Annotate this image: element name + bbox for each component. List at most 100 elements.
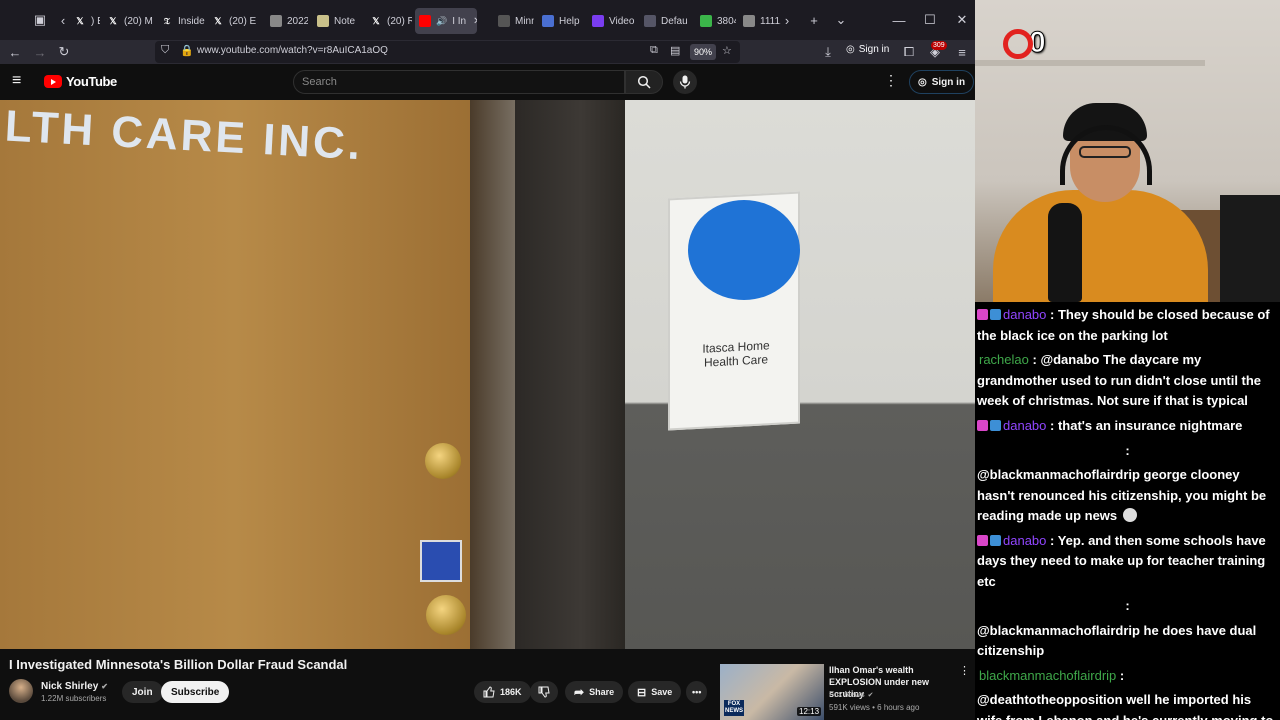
video-door-sticker: [420, 540, 462, 582]
browser-tab[interactable]: 𝕏) E: [70, 8, 100, 34]
save-label: Save: [651, 687, 673, 697]
stream-overlay: 0 danabo : They should be closed because…: [975, 0, 1280, 720]
browser-sign-in-button[interactable]: ◎ Sign in: [846, 44, 889, 55]
window-close-icon[interactable]: ✕: [952, 10, 972, 30]
tab-close-icon[interactable]: ✕: [473, 16, 477, 27]
browser-tab[interactable]: 3804: [696, 8, 736, 34]
chat-username[interactable]: danabo: [1003, 418, 1046, 433]
verified-check-icon: ✔: [867, 691, 874, 699]
skull-emote-icon: [1123, 508, 1138, 523]
browser-tab[interactable]: 𝔗 Inside: [157, 8, 205, 34]
more-actions-button[interactable]: •••: [686, 681, 708, 703]
crown-badge-icon: [990, 420, 1001, 432]
chat-username[interactable]: danabo: [1003, 533, 1046, 548]
tab-list-chevron-icon[interactable]: ⌄: [831, 10, 851, 30]
picture-in-picture-icon[interactable]: ⧉: [650, 44, 658, 57]
browser-tab[interactable]: 1111.pn: [739, 8, 781, 34]
recommended-kebab-icon[interactable]: ⋮: [959, 664, 970, 677]
chat-username[interactable]: danabo: [1003, 307, 1046, 322]
chat-message: :: [977, 441, 1278, 462]
browser-tab[interactable]: 𝕏 (20) E: [208, 8, 260, 34]
bookmark-star-icon[interactable]: ☆: [722, 44, 732, 57]
default-favicon-icon: [644, 15, 656, 27]
browser-tab-label: Minn: [515, 15, 534, 27]
video-favicon-icon: [592, 15, 604, 27]
crown-badge-icon: [990, 534, 1001, 546]
browser-tab-label: Defau: [661, 15, 688, 27]
chat-message: rachelao : @danabo The daycare my grandm…: [977, 350, 1278, 412]
save-button[interactable]: ⊟ Save: [628, 681, 682, 703]
youtube-sign-in-button[interactable]: ◎ Sign in: [909, 70, 975, 94]
video-doorway: [470, 100, 520, 649]
thumbs-down-icon: [538, 686, 550, 698]
browser-tab[interactable]: Minn: [494, 8, 534, 34]
extensions-icon[interactable]: ⧠: [899, 42, 919, 62]
lock-icon[interactable]: 🔒: [180, 44, 194, 57]
channel-name-link[interactable]: Nick Shirley ✔: [41, 681, 108, 692]
browser-tab-label: Note: [334, 15, 356, 27]
chat-badges: [977, 416, 1003, 437]
guide-menu-icon[interactable]: ≡: [12, 72, 21, 90]
new-tab-icon[interactable]: +: [804, 10, 824, 30]
chat-text: :: [1125, 598, 1130, 614]
minimize-icon[interactable]: —: [889, 10, 909, 30]
search-button[interactable]: [625, 70, 663, 94]
chat-username[interactable]: rachelao: [979, 352, 1029, 367]
zoom-level-badge[interactable]: 90%: [690, 44, 717, 60]
browser-tab[interactable]: Defau: [640, 8, 692, 34]
chat-username[interactable]: blackmanmachoflairdrip: [979, 668, 1116, 683]
reload-icon[interactable]: ↻: [54, 42, 74, 62]
browser-tab-label: 3804: [717, 15, 736, 27]
youtube-favicon-icon: [419, 15, 431, 27]
tab-scroll-right-icon[interactable]: ›: [781, 10, 793, 30]
join-button[interactable]: Join: [122, 681, 163, 703]
forward-arrow-icon[interactable]: →: [30, 42, 50, 62]
url-text[interactable]: www.youtube.com/watch?v=r8AuICA1aOQ: [197, 45, 388, 56]
browser-tab[interactable]: Help: [538, 8, 584, 34]
address-bar[interactable]: ⛉ 🔒 www.youtube.com/watch?v=r8AuICA1aOQ …: [155, 41, 740, 63]
browser-tab-label: (20) R: [387, 15, 412, 27]
tracking-shield-icon[interactable]: ⛉: [161, 44, 169, 57]
help-favicon-icon: [542, 15, 554, 27]
maximize-icon[interactable]: ☐: [920, 10, 940, 30]
downloads-icon[interactable]: ⤓: [818, 42, 838, 62]
reader-view-icon[interactable]: ▤: [670, 44, 680, 57]
youtube-play-icon: [44, 75, 62, 88]
channel-avatar[interactable]: [9, 679, 33, 703]
settings-kebab-icon[interactable]: ⋮: [884, 72, 898, 89]
map-pin-favicon-icon: [700, 15, 712, 27]
browser-tab[interactable]: 𝕏 (20) M: [103, 8, 153, 34]
video-player[interactable]: ALTH CARE INC. Itasca Home Health Care: [0, 100, 975, 649]
like-button[interactable]: 186K: [474, 681, 531, 703]
heart-badge-icon: [977, 309, 988, 321]
voice-search-button[interactable]: [673, 70, 697, 94]
browser-tab[interactable]: 🔊 I In ✕: [415, 8, 477, 34]
tab-audio-icon[interactable]: 🔊: [436, 16, 447, 27]
recommended-channel[interactable]: Fox News ✔: [829, 690, 873, 699]
x-favicon-icon: 𝕏: [372, 15, 380, 26]
browser-tab[interactable]: 𝕏 (20) R: [366, 8, 412, 34]
fox-news-logo: FOX NEWS: [724, 700, 744, 716]
search-input[interactable]: Search: [302, 76, 337, 88]
share-button[interactable]: ➦ Share: [565, 681, 624, 703]
tab-overview-icon[interactable]: ▣: [30, 10, 50, 30]
browser-tab[interactable]: 2022.0: [266, 8, 308, 34]
thumbs-up-icon: [483, 686, 495, 698]
app-menu-icon[interactable]: ≡: [952, 42, 972, 62]
search-box[interactable]: Search: [293, 70, 625, 94]
video-door-knob: [426, 595, 466, 635]
browser-tab-label: 2022.0: [287, 15, 308, 27]
extension-badge: 309: [931, 41, 947, 50]
browser-window: ▣ ‹ 𝕏) E 𝕏 (20) M 𝔗 Inside 𝕏 (20) E 2022.0 Note 𝕏…: [0, 0, 975, 720]
back-arrow-icon[interactable]: ←: [5, 42, 25, 62]
subscribe-button[interactable]: Subscribe: [161, 681, 230, 703]
tab-scroll-left-icon[interactable]: ‹: [57, 10, 69, 30]
webcam-microphone: [1048, 203, 1082, 302]
more-dots-icon: •••: [692, 687, 702, 697]
browser-tab[interactable]: Note: [313, 8, 361, 34]
youtube-logo[interactable]: YouTube: [44, 74, 117, 89]
dislike-button[interactable]: [530, 681, 558, 703]
browser-tab[interactable]: Video: [588, 8, 634, 34]
chat-message: danabo : They should be closed because o…: [977, 305, 1278, 346]
recommended-channel-name: Fox News: [829, 690, 865, 699]
